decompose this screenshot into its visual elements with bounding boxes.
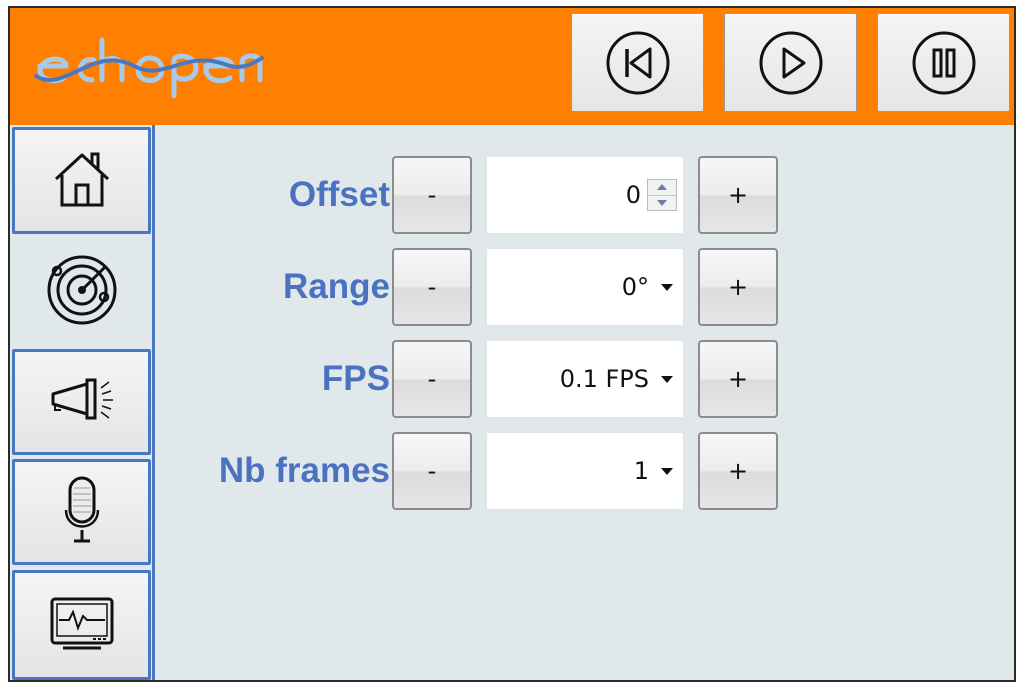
range-plus-button[interactable]: + [698,248,778,326]
nb-frames-value: 1 [633,457,649,485]
header-bar [10,8,1014,125]
spin-down-icon[interactable] [648,194,676,211]
monitor-icon [49,596,115,654]
range-select[interactable]: 0° [486,248,684,326]
range-minus-button[interactable]: - [392,248,472,326]
megaphone-icon [47,374,117,430]
sidebar-item-scan[interactable] [12,238,151,346]
sidebar-item-receiver[interactable] [12,459,151,565]
home-icon [50,147,114,215]
fps-select[interactable]: 0.1 FPS [486,340,684,418]
sidebar-item-emitter[interactable] [12,349,151,455]
fps-value: 0.1 FPS [559,365,649,393]
offset-plus-button[interactable]: + [698,156,778,234]
chevron-down-icon [661,375,673,383]
sidebar-item-home[interactable] [12,127,151,234]
range-label: Range [283,267,390,306]
play-icon [758,30,824,96]
spin-up-icon[interactable] [648,180,676,195]
offset-spin-arrows[interactable] [647,179,677,211]
offset-label: Offset [288,175,390,214]
nb-frames-minus-button[interactable]: - [392,432,472,510]
range-value: 0° [621,273,649,301]
fps-minus-button[interactable]: - [392,340,472,418]
echopen-logo [34,36,264,98]
chevron-down-icon [661,283,673,291]
play-button[interactable] [724,13,857,112]
nb-frames-plus-button[interactable]: + [698,432,778,510]
pause-button[interactable] [877,13,1010,112]
offset-spinbox[interactable]: 0 [486,156,684,234]
fps-label: FPS [321,359,390,398]
nb-frames-label: Nb frames [218,451,390,490]
chevron-down-icon [661,467,673,475]
fps-plus-button[interactable]: + [698,340,778,418]
nb-frames-select[interactable]: 1 [486,432,684,510]
sidebar-divider [152,125,155,680]
offset-minus-button[interactable]: - [392,156,472,234]
radar-icon [44,252,120,332]
offset-value: 0 [625,181,641,209]
microphone-icon [62,476,102,548]
sidebar-item-monitor[interactable] [12,570,151,680]
app-window: Offset - 0 + Range - 0° + FPS - 0.1 FPS … [8,6,1016,682]
pause-icon [911,30,977,96]
skip-back-button[interactable] [571,13,704,112]
skip-back-icon [605,30,671,96]
